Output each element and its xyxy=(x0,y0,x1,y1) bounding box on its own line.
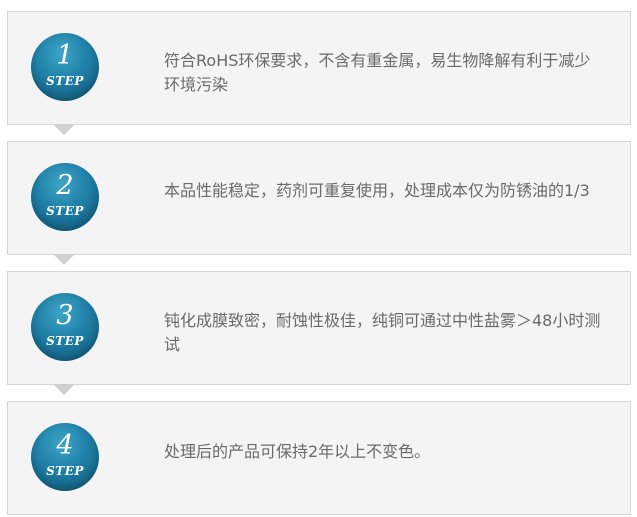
step-label: STEP xyxy=(46,204,84,218)
step-badge: 4 STEP xyxy=(31,423,99,491)
step-description: 钝化成膜致密，耐蚀性极佳，纯铜可通过中性盐雾＞48小时测试 xyxy=(164,311,601,354)
step-card-2: 2 STEP 本品性能稳定，药剂可重复使用，处理成本仅为防锈油的1/3 xyxy=(7,141,631,265)
step-number: 3 xyxy=(56,300,74,331)
step-number: 4 xyxy=(56,430,74,461)
step-badge: 2 STEP xyxy=(31,163,99,231)
step-badge: 1 STEP xyxy=(31,33,99,101)
step-card-3: 3 STEP 钝化成膜致密，耐蚀性极佳，纯铜可通过中性盐雾＞48小时测试 xyxy=(7,271,631,395)
down-arrow-icon xyxy=(53,384,75,395)
step-label: STEP xyxy=(46,334,84,348)
step-card-4: 4 STEP 处理后的产品可保持2年以上不变色。 xyxy=(7,401,631,515)
step-number: 2 xyxy=(56,170,74,201)
step-number: 1 xyxy=(56,40,74,71)
step-label: STEP xyxy=(46,74,84,88)
step-description: 符合RoHS环保要求，不含有重金属，易生物降解有利于减少环境污染 xyxy=(164,51,591,94)
step-badge: 3 STEP xyxy=(31,293,99,361)
step-label: STEP xyxy=(46,464,84,478)
down-arrow-icon xyxy=(53,254,75,265)
step-list: 1 STEP 符合RoHS环保要求，不含有重金属，易生物降解有利于减少环境污染 … xyxy=(0,0,637,517)
step-card-1: 1 STEP 符合RoHS环保要求，不含有重金属，易生物降解有利于减少环境污染 xyxy=(7,11,631,135)
step-description: 处理后的产品可保持2年以上不变色。 xyxy=(164,442,431,461)
step-description: 本品性能稳定，药剂可重复使用，处理成本仅为防锈油的1/3 xyxy=(164,181,590,200)
down-arrow-icon xyxy=(53,124,75,135)
